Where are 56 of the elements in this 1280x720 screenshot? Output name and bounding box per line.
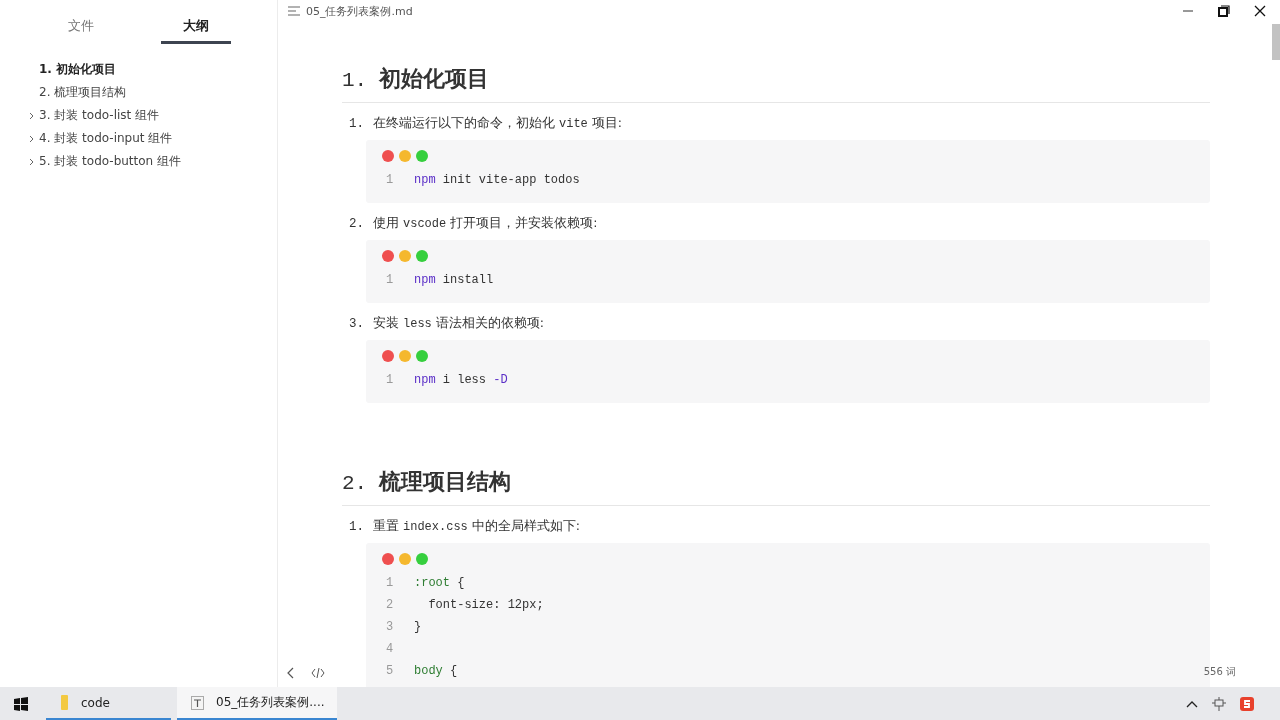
document-icon: [191, 695, 204, 710]
line-number: 1: [385, 373, 395, 387]
heading-number: 1.: [342, 69, 368, 92]
chevron-icon: [29, 134, 35, 143]
window-title: 05_任务列表案例.md: [306, 3, 413, 19]
line-number: 1: [385, 273, 395, 287]
line-number: 5: [385, 664, 395, 678]
outline-item[interactable]: 4. 封装 todo-input 组件: [29, 129, 173, 148]
line-number: 1: [385, 576, 395, 590]
code-line: :root {: [414, 576, 465, 590]
chevron-icon: [29, 111, 35, 120]
back-icon[interactable]: [287, 667, 295, 679]
chevron-up-icon[interactable]: [1186, 699, 1198, 708]
folder-icon: [60, 695, 69, 710]
taskbar-app-button[interactable]: code: [46, 687, 171, 720]
step-text: 使用 vscode 打开项目，并安装依赖项:: [373, 215, 598, 232]
input-method-icon[interactable]: [1240, 696, 1254, 711]
traffic-lights-icon: [382, 150, 428, 162]
network-icon[interactable]: [1212, 696, 1226, 711]
code-line: npm init vite-app todos: [414, 173, 580, 187]
sidebar-tab[interactable]: 文件: [46, 17, 116, 44]
code-line: npm i less -D: [414, 373, 508, 387]
line-number: 3: [385, 620, 395, 634]
heading-number: 2.: [342, 472, 368, 495]
taskbar-app-button[interactable]: 05_任务列表案例....: [177, 687, 337, 720]
code-line: font-size: 12px;: [427, 598, 544, 612]
line-number: 4: [385, 642, 395, 656]
code-icon[interactable]: [311, 667, 325, 679]
sidebar-tab[interactable]: 大纲: [161, 17, 231, 44]
line-number: 2: [385, 598, 395, 612]
scrollbar-thumb[interactable]: [1272, 24, 1280, 60]
section-heading: 初始化项目: [379, 65, 490, 93]
code-line: body {: [414, 664, 458, 678]
restore-icon[interactable]: [1218, 5, 1230, 17]
list-number: 1.: [349, 520, 365, 534]
step-text: 在终端运行以下的命令，初始化 vite 项目:: [373, 115, 622, 132]
step-text: 安装 less 语法相关的依赖项:: [373, 315, 544, 332]
traffic-lights-icon: [382, 553, 428, 565]
list-number: 1.: [349, 117, 365, 131]
word-count[interactable]: 556 词: [1203, 665, 1236, 679]
outline-item[interactable]: 3. 封装 todo-list 组件: [29, 106, 160, 125]
outline-item[interactable]: 1. 初始化项目: [29, 60, 117, 79]
code-line: npm install: [414, 273, 494, 287]
list-number: 3.: [349, 317, 365, 331]
traffic-lights-icon: [382, 250, 428, 262]
close-icon[interactable]: [1254, 5, 1266, 17]
traffic-lights-icon: [382, 350, 428, 362]
list-number: 2.: [349, 217, 365, 231]
outline-item[interactable]: 2. 梳理项目结构: [29, 83, 127, 102]
chevron-icon: [29, 157, 35, 166]
step-text: 重置 index.css 中的全局样式如下:: [373, 518, 580, 535]
section-heading: 梳理项目结构: [379, 468, 512, 496]
outline-item[interactable]: 5. 封装 todo-button 组件: [29, 152, 182, 171]
code-line: }: [414, 620, 422, 634]
line-number: 1: [385, 173, 395, 187]
windows-icon[interactable]: [14, 697, 28, 711]
